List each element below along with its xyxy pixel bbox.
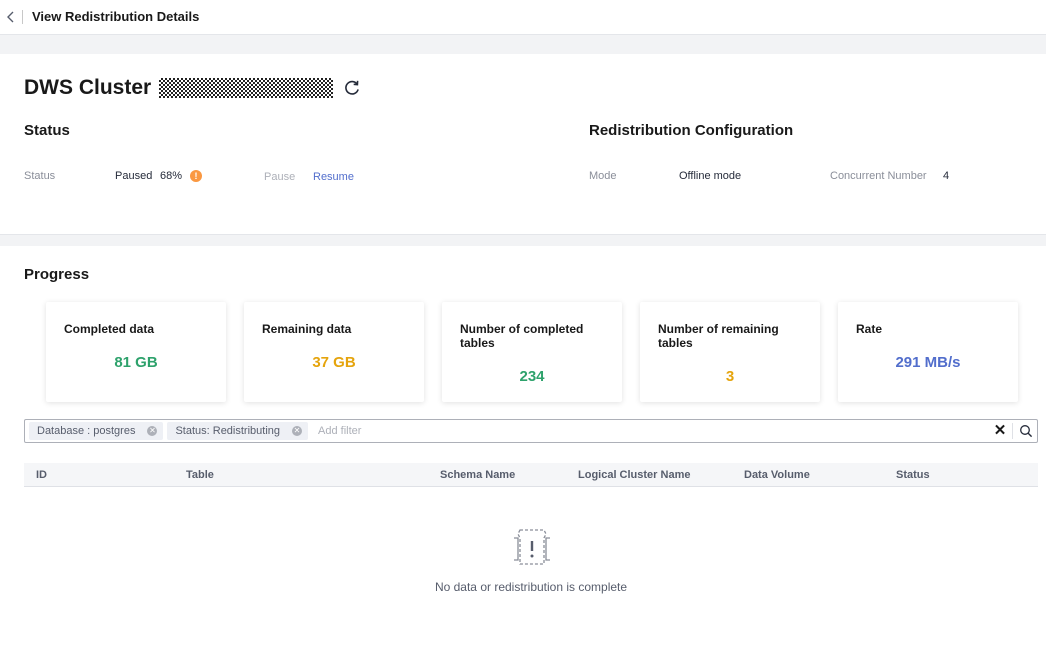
refresh-icon[interactable] — [343, 79, 361, 97]
progress-title: Progress — [24, 266, 90, 283]
status-label: Status — [24, 170, 56, 182]
progress-panel: Progress Completed data 81 GB Remaining … — [0, 246, 1046, 652]
section-gap — [0, 34, 1046, 54]
top-bar: View Redistribution Details — [0, 0, 1046, 34]
stat-card-remaining-tables: Number of remaining tables 3 — [640, 302, 820, 402]
overview-panel: DWS Cluster Status Redistribution Config… — [0, 54, 1046, 234]
chip-label: Status: Redistributing — [175, 425, 281, 437]
warning-icon[interactable]: ! — [190, 170, 202, 182]
chip-close-icon[interactable]: ✕ — [147, 426, 158, 436]
divider — [22, 10, 23, 24]
filter-chip-status[interactable]: Status: Redistributing ✕ — [167, 422, 309, 440]
column-header-data-volume[interactable]: Data Volume — [744, 469, 810, 481]
column-header-schema-name[interactable]: Schema Name — [440, 469, 515, 481]
concurrent-label: Concurrent Number — [830, 170, 927, 182]
pause-button[interactable]: Pause — [264, 171, 295, 183]
card-value: 3 — [725, 368, 735, 385]
config-section-title: Redistribution Configuration — [589, 122, 794, 139]
filter-bar: Database : postgres ✕ Status: Redistribu… — [24, 419, 1038, 443]
empty-state-text: No data or redistribution is complete — [434, 580, 628, 594]
column-header-id[interactable]: ID — [36, 469, 47, 481]
stat-card-rate: Rate 291 MB/s — [838, 302, 1018, 402]
stat-card-completed-tables: Number of completed tables 234 — [442, 302, 622, 402]
card-label: Number of remaining tables — [658, 322, 779, 350]
card-label: Remaining data — [262, 322, 352, 336]
resume-button[interactable]: Resume — [313, 171, 354, 183]
card-label: Number of completed tables — [460, 322, 584, 350]
mode-label: Mode — [589, 170, 617, 182]
chip-label: Database : postgres — [37, 425, 136, 437]
close-icon[interactable]: ✕ — [993, 423, 1007, 439]
empty-state-icon — [514, 529, 550, 565]
card-value: 291 MB/s — [895, 354, 961, 371]
column-header-table[interactable]: Table — [186, 469, 214, 481]
search-icon[interactable] — [1019, 424, 1033, 438]
table-header: ID Table Schema Name Logical Cluster Nam… — [24, 463, 1038, 487]
card-value: 37 GB — [312, 354, 356, 371]
status-value: Paused — [115, 170, 153, 182]
chip-close-icon[interactable]: ✕ — [292, 426, 303, 436]
column-header-status[interactable]: Status — [896, 469, 930, 481]
add-filter-input[interactable] — [318, 425, 919, 437]
concurrent-value: 4 — [943, 170, 950, 182]
filter-chip-database[interactable]: Database : postgres ✕ — [29, 422, 164, 440]
stat-card-completed-data: Completed data 81 GB — [46, 302, 226, 402]
masked-cluster-name — [159, 78, 334, 98]
divider — [1012, 423, 1013, 439]
section-gap — [0, 234, 1046, 246]
card-value: 81 GB — [114, 354, 158, 371]
status-section-title: Status — [24, 122, 70, 139]
mode-value: Offline mode — [679, 170, 742, 182]
column-header-logical-cluster-name[interactable]: Logical Cluster Name — [578, 469, 690, 481]
status-percent: 68% — [160, 170, 183, 182]
cluster-title-prefix: DWS Cluster — [24, 76, 152, 99]
cluster-title: DWS Cluster — [24, 76, 361, 100]
chevron-left-icon[interactable] — [4, 9, 18, 25]
card-value: 234 — [519, 368, 545, 385]
page-title: View Redistribution Details — [32, 9, 200, 24]
card-label: Completed data — [64, 322, 155, 336]
stat-card-remaining-data: Remaining data 37 GB — [244, 302, 424, 402]
card-label: Rate — [856, 322, 883, 336]
